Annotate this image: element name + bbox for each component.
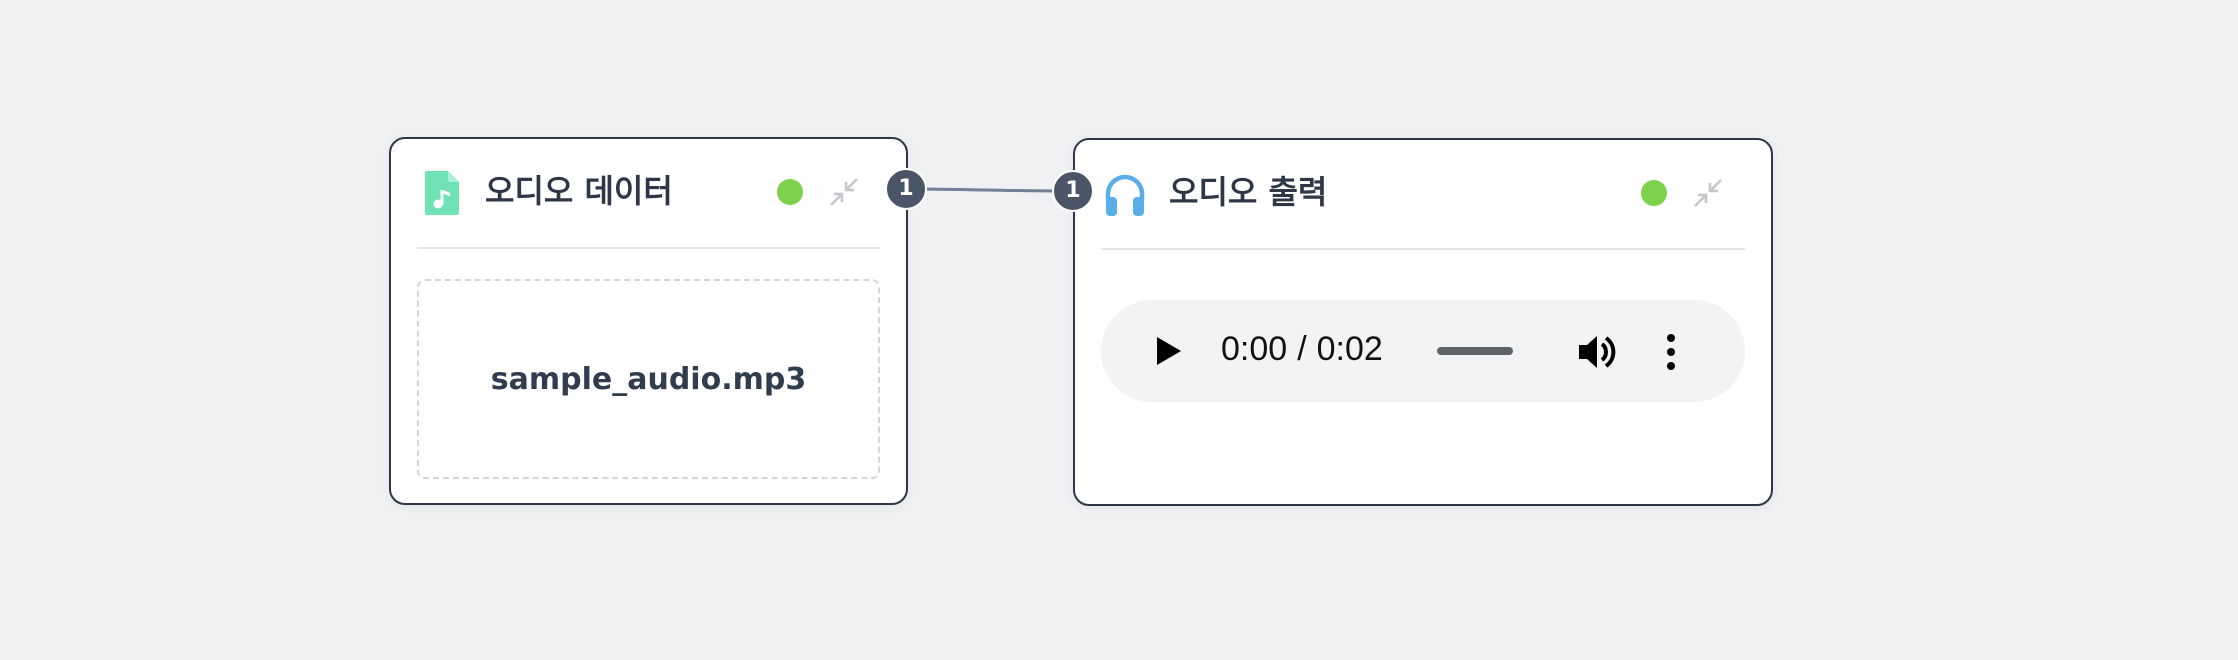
time-display: 0:00/0:02 (1221, 332, 1383, 366)
time-separator: / (1297, 330, 1307, 368)
connection-line (905, 187, 1074, 193)
status-indicator (777, 179, 803, 205)
current-time: 0:00 (1221, 330, 1288, 368)
node-header: 오디오 데이터 (417, 139, 880, 249)
headphones-icon (1105, 174, 1145, 216)
file-drop-zone[interactable]: sample_audio.mp3 (417, 279, 880, 479)
more-options-icon[interactable] (1657, 330, 1685, 374)
play-icon[interactable] (1151, 334, 1185, 368)
audio-output-node[interactable]: 오디오 출력 0:00/0:02 (1073, 138, 1773, 506)
audio-player[interactable]: 0:00/0:02 (1101, 300, 1745, 402)
audio-file-icon (425, 171, 459, 215)
file-name: sample_audio.mp3 (490, 361, 807, 397)
collapse-icon[interactable] (1691, 176, 1725, 210)
node-editor-canvas[interactable]: 오디오 데이터 sample_audio.mp3 1 오디오 출력 0:00 /… (0, 0, 2238, 660)
input-port[interactable]: 1 (1052, 170, 1094, 212)
output-port[interactable]: 1 (885, 168, 927, 210)
node-title: 오디오 출력 (1169, 173, 1328, 211)
audio-data-node[interactable]: 오디오 데이터 sample_audio.mp3 (389, 137, 908, 505)
progress-slider[interactable] (1437, 347, 1513, 355)
collapse-icon[interactable] (827, 175, 861, 209)
node-header: 오디오 출력 (1101, 140, 1745, 250)
node-title: 오디오 데이터 (485, 172, 673, 210)
duration: 0:02 (1316, 330, 1383, 368)
status-indicator (1641, 180, 1667, 206)
volume-icon[interactable] (1575, 330, 1619, 374)
